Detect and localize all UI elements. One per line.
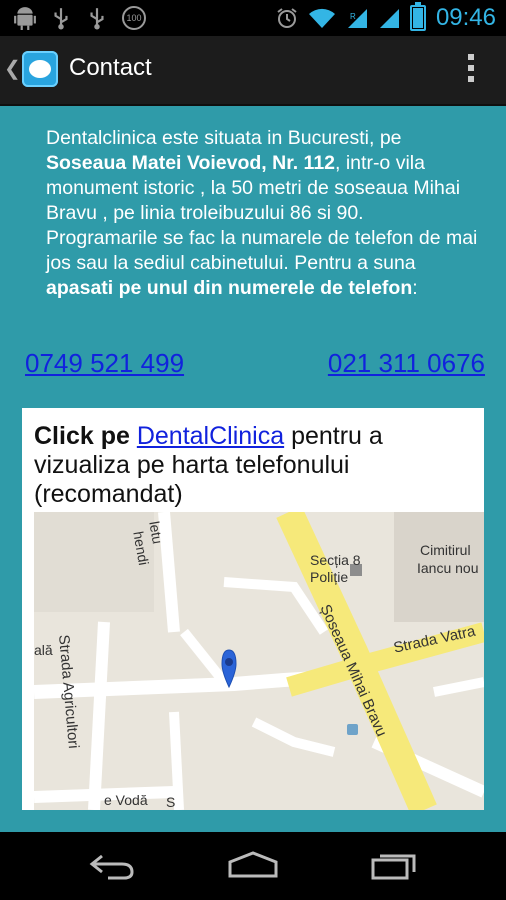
map-label-ala: ală [34, 642, 53, 658]
map-card-text: Click pe DentalClinica pentru a vizualiz… [34, 422, 383, 508]
dentalclinica-link[interactable]: DentalClinica [137, 422, 284, 450]
battery-icon [409, 2, 426, 31]
back-icon[interactable] [88, 850, 136, 880]
map-label-cimitirul: Cimitirul [420, 542, 471, 558]
badge-100-icon: 100 [122, 6, 146, 30]
phone-link-mobile[interactable]: 0749 521 499 [25, 348, 184, 379]
signal-icon [379, 9, 399, 28]
call-instruction-bold: apasati pe unul din numerele de telefon [46, 277, 413, 299]
alarm-icon [277, 8, 297, 28]
wifi-icon [308, 8, 335, 28]
address-bold: Soseaua Matei Voievod, Nr. 112 [46, 152, 336, 174]
map-label-politie: Poliție [310, 569, 349, 585]
intro-paragraph-1: Dentalclinica este situata in Bucuresti,… [46, 127, 461, 224]
map-label-sectia: Secția 8 [310, 552, 361, 568]
map-label-voda: e Vodă [104, 792, 148, 808]
phone-link-landline[interactable]: 021 311 0676 [328, 348, 485, 379]
page-title: Contact [69, 54, 152, 81]
map-label-iancu: Iancu nou [417, 560, 479, 576]
home-icon[interactable] [226, 850, 280, 880]
status-clock: 09:46 [435, 4, 496, 31]
signal-icon: R [347, 9, 367, 28]
phone-links: 0749 521 499 021 311 0676 [25, 348, 485, 382]
intro-text: Dentalclinica este situata in Bucuresti,… [22, 126, 484, 301]
back-caret-icon[interactable]: ❮ [4, 56, 21, 81]
usb-icon [90, 8, 104, 30]
android-icon [14, 7, 36, 30]
app-logo-icon[interactable] [22, 51, 58, 87]
overflow-menu-icon[interactable] [468, 54, 474, 87]
status-bar: 100 R 09:46 [0, 0, 506, 36]
recent-apps-icon[interactable] [370, 850, 418, 880]
action-bar: ❮ Contact [0, 36, 506, 106]
usb-icon [54, 8, 68, 30]
navigation-bar [0, 832, 506, 900]
map-label-s: S [166, 794, 176, 810]
svg-text:R: R [350, 12, 356, 21]
map-card[interactable]: Click pe DentalClinica pentru a vizualiz… [22, 408, 484, 810]
intro-paragraph-2: Programarile se fac la numarele de telef… [46, 227, 478, 299]
map-preview[interactable]: letu hendi Secția 8 Poliție Cimitirul Ia… [34, 512, 484, 810]
